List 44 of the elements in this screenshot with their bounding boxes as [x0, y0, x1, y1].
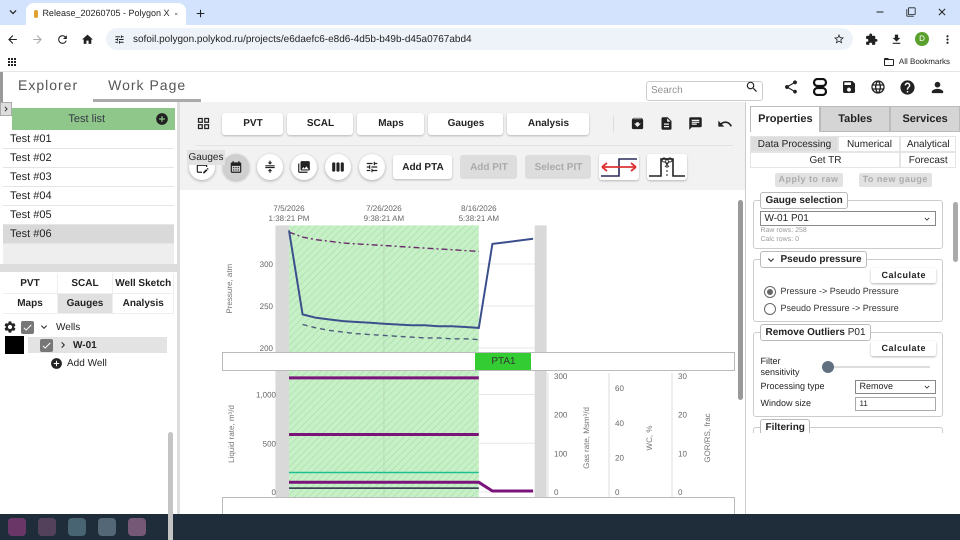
section-title-text: Pseudo pressure — [780, 253, 862, 267]
axis-tick-label: 7/5/2026 — [274, 204, 306, 213]
axis-tick-label: 40 — [615, 418, 624, 428]
section-title-text: Gauge selection — [765, 194, 843, 208]
field-label: Processing type — [760, 380, 826, 393]
axis-tick-label: 10 — [678, 449, 688, 458]
axis-tick-label: 300 — [260, 260, 274, 270]
axis-tick-label: 0 — [615, 488, 620, 497]
axis-tick-label: 0 — [678, 488, 683, 497]
field-label: Filter sensitivity — [760, 356, 800, 378]
tab-title: Release_20260705 - Polygon X — [42, 7, 170, 20]
section-title-text: Filtering — [765, 421, 805, 433]
field-label: Window size — [760, 396, 812, 410]
axis-title: WC, % — [645, 426, 654, 450]
axis-tick-label: 300 — [554, 372, 568, 381]
axis-tick-label: 30 — [678, 372, 688, 381]
axis-title: Gas rate, Msm³/d — [582, 407, 592, 469]
axis-tick-label: 8/16/2026 — [462, 204, 498, 213]
time-tick-label: 5:38:21 AM — [459, 214, 500, 223]
time-tick-label: 1:38:21 PM — [269, 214, 310, 223]
axis-tick-label: 20 — [615, 453, 624, 462]
radio-label: Pressure -> Pseudo Pressure — [780, 284, 899, 298]
tooltip: Gauges — [187, 150, 224, 165]
tree-label: W-01 — [73, 338, 97, 352]
url-text: sofoil.polygon.polykod.ru/projects/e6daefc6-e8d6-4d5b-b49b-d45a0767abd4 — [133, 32, 473, 46]
axis-tick-label: 0 — [272, 488, 276, 497]
axis-title: Liquid rate, m³/d — [227, 405, 236, 463]
axis-tick-label: 1,000 — [256, 390, 276, 400]
axis-tick-label: 200 — [260, 344, 274, 352]
axis-title: Pressure, atm — [225, 264, 234, 314]
axis-tick-label: 200 — [554, 410, 568, 420]
axis-title: GOR/RS, frac — [703, 413, 712, 463]
axis-tick-label: 60 — [615, 384, 624, 394]
section-title-text: Remove Outliers P01 — [765, 326, 866, 340]
axis-tick-label: 100 — [554, 449, 568, 458]
test-list-title: Test list — [67, 112, 106, 127]
axis-tick-label: 0 — [554, 488, 559, 497]
time-tick-label: 9:38:21 AM — [364, 214, 405, 223]
axis-tick-label: 20 — [678, 410, 688, 420]
axis-tick-label: 7/26/2026 — [366, 204, 402, 213]
radio-label: Pseudo Pressure -> Pressure — [780, 302, 899, 315]
tree-label: Wells — [56, 320, 80, 334]
axis-tick-label: 250 — [260, 302, 274, 312]
axis-tick-label: 500 — [263, 439, 276, 448]
